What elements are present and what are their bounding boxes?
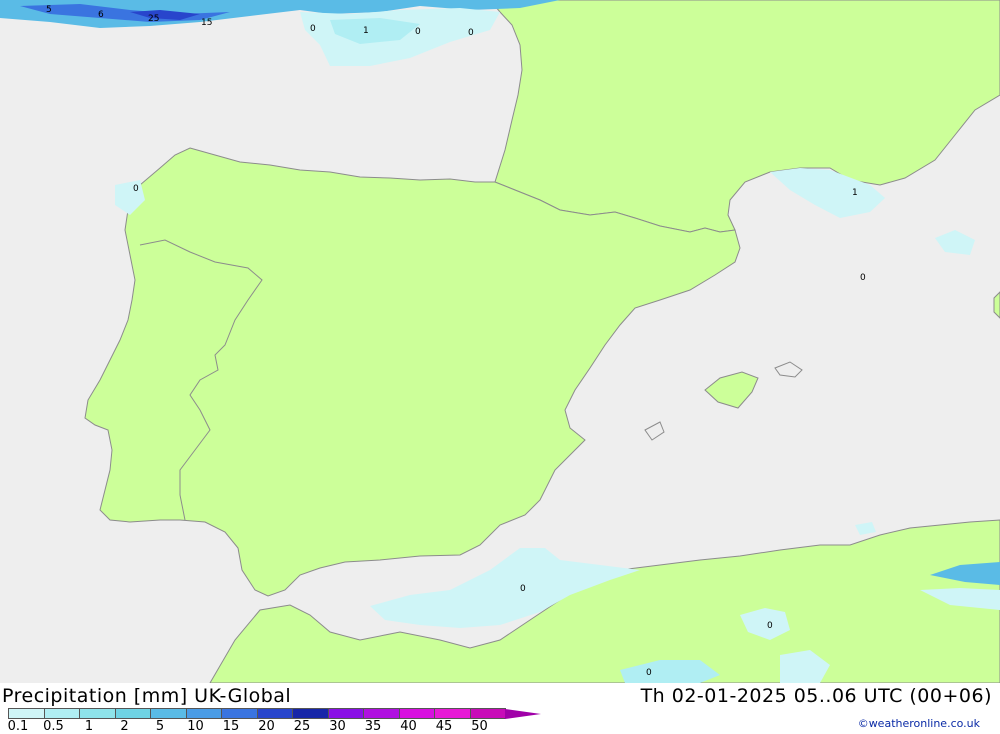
legend-tick-label: 0.1 [7,719,29,734]
legend-tick-label: 5 [155,719,165,734]
map-value-label: 1 [363,26,369,36]
legend-swatch [327,708,364,719]
legend-swatch [114,708,151,719]
legend-tick-label: 20 [258,719,275,734]
map-value-label: 25 [148,14,159,24]
map-value-label: 0 [310,24,316,34]
map-value-label: 0 [767,621,773,631]
map-title: Precipitation [mm] UK-Global [2,685,292,707]
legend-swatch [363,708,400,719]
legend-tick-labels: 0.1 0.5 1 2 5 10 15 20 25 30 35 40 45 50 [0,719,520,734]
legend-tick-label: 45 [435,719,453,734]
precipitation-map[interactable]: 5 6 25 15 0 1 0 0 0 1 0 0 0 0 [0,0,1000,683]
legend-tick-label: 2 [120,719,129,734]
legend-swatch [185,708,222,719]
legend-swatch [150,708,187,719]
legend-swatch [292,708,329,719]
legend-footer: Precipitation [mm] UK-Global Th 02-01-20… [0,683,1000,734]
forecast-timestamp: Th 02-01-2025 05..06 UTC (00+06) [640,685,992,707]
map-value-label: 0 [520,584,526,594]
legend-tick-label: 35 [364,719,382,734]
legend-tick-label: 30 [329,719,346,734]
map-value-label: 0 [646,668,652,678]
map-value-label: 0 [415,27,421,37]
legend-tick-label: 10 [187,719,204,734]
legend-tick-label: 0.5 [43,719,64,734]
map-value-label: 0 [860,273,866,283]
legend-swatch [398,708,435,719]
legend-swatch [8,708,45,719]
legend-tick-label: 50 [471,719,488,734]
legend-swatch [434,708,471,719]
legend-swatch [43,708,80,719]
map-value-label: 5 [46,5,52,15]
map-value-label: 1 [852,188,858,198]
legend-tick-label: 15 [222,719,240,734]
legend-swatch [469,708,506,719]
legend-tick-label: 1 [84,719,94,734]
legend-swatch [256,708,293,719]
map-value-label: 0 [133,184,139,194]
legend-tick-label: 40 [400,719,417,734]
legend-arrow-icon [505,709,541,719]
map-value-label: 15 [201,18,212,28]
map-value-label: 6 [98,10,104,20]
legend-swatch [79,708,116,719]
legend-tick-label: 25 [293,719,311,734]
map-value-label: 0 [468,28,474,38]
legend-swatch [221,708,258,719]
credit-link[interactable]: ©weatheronline.co.uk [858,717,980,730]
